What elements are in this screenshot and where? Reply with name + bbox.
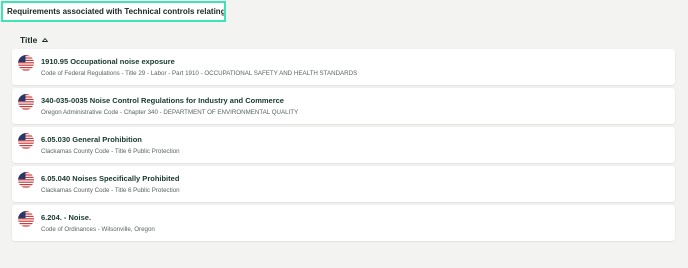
list-item[interactable]: 340-035-0035 Noise Control Regulations f…: [12, 88, 675, 124]
us-flag-icon: [18, 55, 34, 71]
requirement-source: Oregon Administrative Code - Chapter 340…: [41, 109, 299, 116]
requirement-title[interactable]: 1910.95 Occupational noise exposure: [41, 57, 175, 66]
requirement-source: Code of Federal Regulations - Title 29 -…: [41, 70, 358, 77]
requirement-title[interactable]: 6.204. - Noise.: [41, 213, 91, 222]
us-flag-icon: [18, 211, 34, 227]
page-title-text: Requirements associated with Technical c…: [7, 7, 226, 16]
us-flag-icon: [18, 94, 34, 110]
sort-by-title-header[interactable]: Title: [20, 34, 49, 46]
list-item[interactable]: 6.204. - Noise. Code of Ordinances - Wil…: [12, 205, 675, 241]
requirement-source: Clackamas County Code - Title 6 Public P…: [41, 148, 180, 155]
requirement-title[interactable]: 6.05.030 General Prohibition: [41, 135, 142, 144]
sort-label: Title: [20, 35, 38, 45]
list-item[interactable]: 1910.95 Occupational noise exposure Code…: [12, 49, 675, 85]
us-flag-icon: [18, 172, 34, 188]
requirement-source: Code of Ordinances - Wilsonville, Oregon: [41, 226, 155, 233]
list-item[interactable]: 6.05.030 General Prohibition Clackamas C…: [12, 127, 675, 163]
page-title: Requirements associated with Technical c…: [1, 1, 226, 22]
requirement-title[interactable]: 340-035-0035 Noise Control Regulations f…: [41, 96, 284, 105]
sort-ascending-icon: [42, 38, 49, 42]
requirement-title[interactable]: 6.05.040 Noises Specifically Prohibited: [41, 174, 179, 183]
requirements-list: 1910.95 Occupational noise exposure Code…: [12, 49, 675, 244]
list-item[interactable]: 6.05.040 Noises Specifically Prohibited …: [12, 166, 675, 202]
us-flag-icon: [18, 133, 34, 149]
requirement-source: Clackamas County Code - Title 6 Public P…: [41, 187, 180, 194]
